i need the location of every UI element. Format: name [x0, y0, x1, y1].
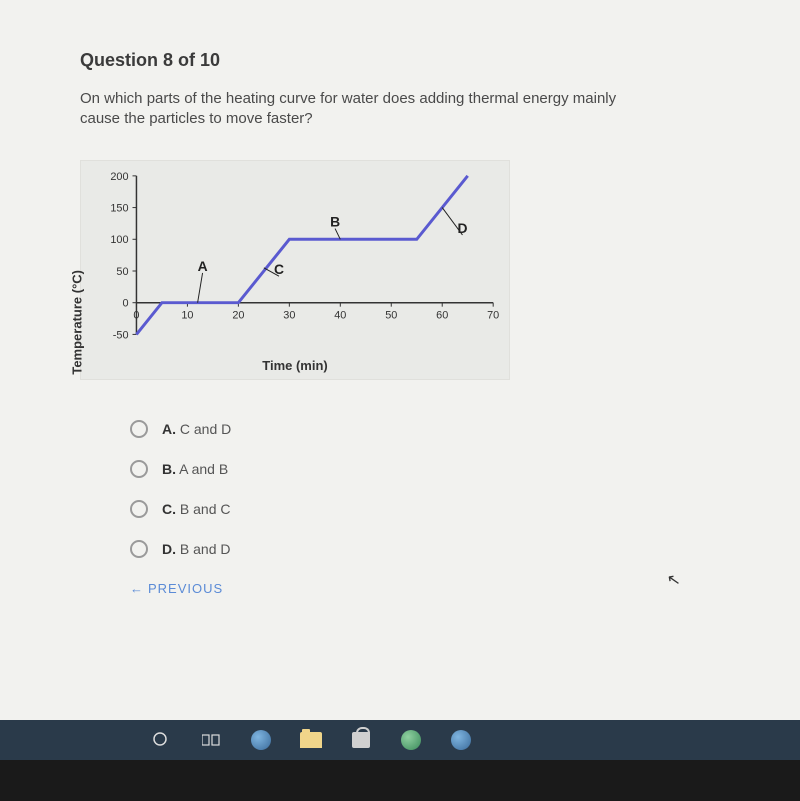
svg-text:0: 0 — [122, 297, 128, 309]
mouse-cursor-icon: ↖ — [665, 569, 682, 591]
svg-text:50: 50 — [116, 265, 128, 277]
previous-button[interactable]: ← PREVIOUS — [130, 581, 223, 596]
option-a[interactable]: A. C and D — [130, 420, 740, 438]
previous-label: PREVIOUS — [148, 581, 223, 596]
svg-text:0: 0 — [133, 309, 139, 321]
question-title: Question 8 of 10 — [80, 50, 740, 71]
svg-text:30: 30 — [283, 309, 295, 321]
radio-icon — [130, 540, 148, 558]
answer-options: A. C and D B. A and B C. B and C D. B an… — [130, 420, 740, 558]
svg-text:20: 20 — [232, 309, 244, 321]
svg-text:A: A — [198, 257, 208, 273]
search-icon[interactable] — [150, 729, 172, 751]
heating-curve-chart: Temperature (°C) Time (min) -50050100150… — [80, 160, 510, 380]
store-icon[interactable] — [350, 729, 372, 751]
svg-text:100: 100 — [110, 234, 128, 246]
radio-icon — [130, 500, 148, 518]
chart-svg: -50050100150200010203040506070ABCD — [81, 161, 509, 379]
option-letter: C. — [162, 501, 176, 517]
option-letter: B. — [162, 461, 176, 477]
file-explorer-icon[interactable] — [300, 729, 322, 751]
option-letter: A. — [162, 421, 176, 437]
svg-text:50: 50 — [385, 309, 397, 321]
option-label: B and C — [180, 501, 231, 517]
svg-text:-50: -50 — [113, 329, 129, 341]
option-label: A and B — [179, 461, 228, 477]
edge-icon[interactable] — [250, 729, 272, 751]
radio-icon — [130, 460, 148, 478]
radio-icon — [130, 420, 148, 438]
option-label: B and D — [180, 541, 231, 557]
svg-text:200: 200 — [110, 170, 128, 182]
svg-text:B: B — [330, 213, 340, 229]
option-letter: D. — [162, 541, 176, 557]
option-b[interactable]: B. A and B — [130, 460, 740, 478]
svg-text:40: 40 — [334, 309, 346, 321]
option-d[interactable]: D. B and D — [130, 540, 740, 558]
app-icon-2[interactable] — [450, 729, 472, 751]
app-icon-1[interactable] — [400, 729, 422, 751]
svg-text:60: 60 — [436, 309, 448, 321]
question-text: On which parts of the heating curve for … — [80, 89, 640, 130]
quiz-screen: Question 8 of 10 On which parts of the h… — [0, 0, 800, 760]
svg-text:150: 150 — [110, 202, 128, 214]
windows-taskbar[interactable] — [0, 720, 800, 760]
svg-text:10: 10 — [181, 309, 193, 321]
task-view-icon[interactable] — [200, 729, 222, 751]
arrow-left-icon: ← — [130, 581, 144, 596]
option-label: C and D — [180, 421, 231, 437]
svg-text:70: 70 — [487, 309, 499, 321]
svg-text:D: D — [458, 219, 468, 235]
option-c[interactable]: C. B and C — [130, 500, 740, 518]
